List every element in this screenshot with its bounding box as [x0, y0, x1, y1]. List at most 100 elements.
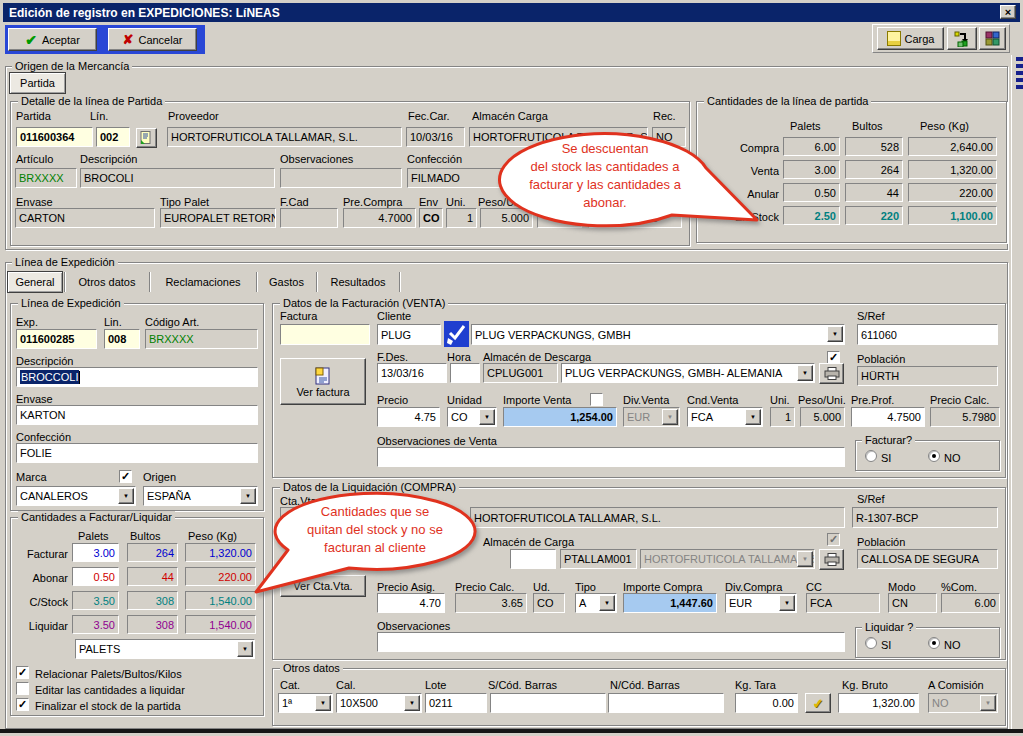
cliente-codigo-field[interactable]: PLUG — [377, 324, 441, 345]
confeccion-field[interactable]: FOLIE — [16, 443, 258, 463]
tab-partida[interactable]: Partida — [9, 72, 66, 94]
origen-group-title: Origen de la Mercancía — [12, 60, 132, 72]
hora-field[interactable] — [450, 363, 480, 383]
tipo-palet-field: EUROPALET RETORN — [160, 208, 276, 228]
dropdown-arrow-icon[interactable]: ▼ — [827, 326, 843, 342]
tab-otros-datos-label: Otros datos — [79, 276, 136, 288]
carga-button[interactable]: Carga — [877, 27, 944, 50]
ncod-field[interactable] — [608, 693, 724, 713]
modo-label: Modo — [888, 581, 916, 593]
confeccion2-label: Confección — [16, 431, 71, 443]
modules-button[interactable] — [979, 27, 1006, 50]
modules-icon — [985, 31, 1000, 46]
accept-button[interactable]: ✔ Aceptar — [8, 28, 97, 51]
partida-field[interactable]: 011600364 — [16, 127, 93, 147]
rec-label: Rec. — [653, 110, 676, 122]
abonar-palets-field[interactable]: 0.50 — [72, 567, 119, 586]
preprof-field[interactable]: 4.7500 — [851, 407, 925, 427]
print-compra-button[interactable] — [819, 549, 844, 570]
almacen-carga-label: Almacén Carga — [472, 110, 548, 122]
unidad-label: Unidad — [447, 394, 482, 406]
carga-icon — [887, 31, 901, 46]
enstock-bultos-field: 220 — [845, 206, 903, 225]
relacionar-checkbox[interactable]: ✓ — [16, 666, 29, 679]
precio-field[interactable]: 4.75 — [377, 407, 440, 427]
dropdown-arrow-icon[interactable]: ▼ — [237, 641, 253, 657]
row-abonar-label: Abonar — [8, 572, 68, 584]
yellow-check-icon: ✓ — [813, 696, 824, 711]
sref-venta-field[interactable]: 611060 — [857, 324, 998, 345]
tab-otros-datos[interactable]: Otros datos — [66, 271, 148, 293]
unidad-combo[interactable]: CO▼ — [447, 407, 497, 427]
envase2-label: Envase — [16, 393, 53, 405]
descripcion-field[interactable]: BROCCOLI — [16, 367, 258, 387]
finalizar-checkbox[interactable]: ✓ — [16, 698, 29, 711]
dropdown-arrow-icon[interactable]: ▼ — [479, 409, 495, 425]
dropdown-arrow-icon[interactable]: ▼ — [745, 409, 761, 425]
lin2-field[interactable]: 008 — [104, 329, 140, 349]
cat-combo[interactable]: 1ª▼ — [278, 693, 333, 713]
partida-edit-button[interactable] — [136, 128, 157, 148]
dropdown-arrow-icon[interactable]: ▼ — [797, 365, 813, 381]
lote-field[interactable]: 0211 — [425, 693, 487, 713]
ver-factura-button[interactable]: Ver factura — [280, 358, 366, 405]
cliente-select-icon[interactable] — [444, 321, 469, 347]
facturar-palets-field[interactable]: 3.00 — [72, 543, 119, 562]
carga-label: Carga — [905, 33, 935, 45]
facturar-si-radio[interactable] — [865, 450, 877, 462]
tab-separator — [399, 272, 401, 292]
dropdown-arrow-icon[interactable]: ▼ — [404, 695, 420, 711]
cndventa-combo[interactable]: FCA▼ — [687, 407, 763, 427]
marca-checkbox[interactable]: ✓ — [119, 470, 132, 483]
liquidar-label: Liquidar ? — [862, 621, 916, 633]
cal-combo[interactable]: 10X500▼ — [336, 693, 422, 713]
fdes-field[interactable]: 13/03/16 — [377, 363, 447, 383]
dropdown-arrow-icon[interactable]: ▼ — [315, 695, 331, 711]
exp-field[interactable]: 011600285 — [16, 329, 97, 349]
title-bar: Edición de registro en EXPEDICIONES: LíN… — [3, 3, 1020, 22]
transfer-button[interactable] — [947, 27, 977, 50]
tara-check-button[interactable]: ✓ — [805, 693, 831, 713]
dropdown-arrow-icon[interactable]: ▼ — [779, 595, 795, 611]
cliente-combo[interactable]: PLUG VERPACKUNGS, GMBH▼ — [471, 324, 845, 345]
liquidar-no-radio[interactable] — [928, 637, 940, 649]
tab-general[interactable]: General — [7, 271, 63, 293]
obs-venta-field[interactable] — [377, 447, 845, 467]
kgbruto-field[interactable]: 1,320.00 — [838, 693, 919, 713]
cancel-button[interactable]: ✘ Cancelar — [108, 28, 197, 51]
tab-gastos[interactable]: Gastos — [258, 271, 315, 293]
obs-compra-field[interactable] — [377, 632, 845, 652]
acomision-combo: NO▼ — [928, 693, 998, 713]
unidad-liquidar-combo[interactable]: PALETS▼ — [75, 639, 255, 659]
divcompra-combo[interactable]: EUR▼ — [725, 593, 797, 613]
edge-mark — [1016, 64, 1023, 68]
tab-reclamaciones[interactable]: Reclamaciones — [151, 271, 255, 293]
print-venta-button[interactable] — [819, 363, 844, 384]
envase-field[interactable]: KARTON — [16, 405, 258, 425]
close-button[interactable]: × — [1000, 5, 1016, 19]
dropdown-arrow-icon[interactable]: ▼ — [599, 595, 615, 611]
lin-field[interactable]: 002 — [96, 127, 130, 147]
observaciones-detalle-field — [280, 168, 402, 188]
uni-detalle-field: 1 — [446, 208, 477, 228]
tipo-combo[interactable]: A▼ — [575, 593, 617, 613]
scod-field[interactable] — [490, 693, 606, 713]
origen-label: Origen — [143, 471, 176, 483]
dropdown-arrow-icon[interactable]: ▼ — [118, 488, 134, 504]
col-peso-label: Peso (Kg) — [920, 120, 969, 132]
facturar-no-radio[interactable] — [928, 450, 940, 462]
factura-field[interactable] — [280, 324, 370, 345]
edit-document-icon — [140, 131, 153, 145]
importe-venta-checkbox[interactable] — [590, 393, 603, 406]
cc-label: CC — [806, 581, 822, 593]
edge-mark — [1016, 78, 1023, 82]
almacen-descarga-combo[interactable]: PLUG VERPACKUNGS, GMBH- ALEMANIA▼ — [561, 363, 815, 383]
window-bottom-edge — [0, 729, 1023, 733]
tab-resultados[interactable]: Resultados — [318, 271, 398, 293]
liquidar-si-radio[interactable] — [865, 637, 877, 649]
divventa-combo: EUR▼ — [623, 407, 680, 427]
marca-combo[interactable]: CANALEROS▼ — [16, 486, 136, 506]
editar-checkbox[interactable] — [16, 682, 29, 695]
almacen-compra-input[interactable] — [510, 549, 556, 569]
kgtara-field[interactable]: 0.00 — [735, 693, 798, 713]
